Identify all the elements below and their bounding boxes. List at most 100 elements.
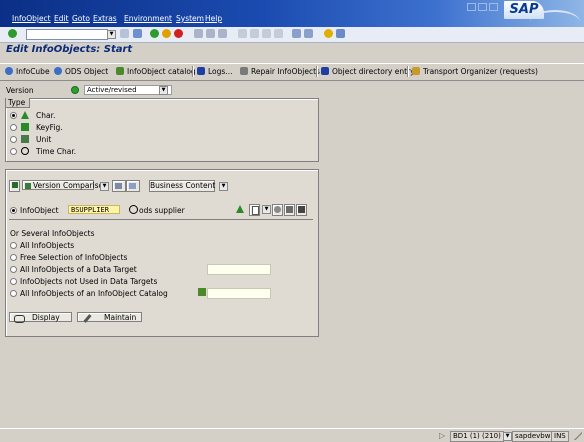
print-button[interactable]	[112, 180, 126, 192]
infocube-icon	[5, 67, 13, 75]
copy-button[interactable]	[284, 204, 295, 216]
type-keyfig-radio[interactable]	[10, 124, 17, 131]
layout-icon[interactable]	[336, 29, 345, 38]
menu-goto[interactable]: Goto	[72, 14, 90, 23]
cancel-icon[interactable]	[174, 29, 183, 38]
create-session-icon[interactable]	[292, 29, 301, 38]
hierarchy-button[interactable]	[9, 180, 20, 192]
data-target-input[interactable]	[207, 264, 271, 275]
exit-icon[interactable]	[162, 29, 171, 38]
change-button[interactable]	[272, 204, 283, 216]
infoobject-radio[interactable]	[10, 207, 17, 214]
status-triangle-icon[interactable]: ▷	[439, 431, 445, 440]
data-target-radio[interactable]	[10, 266, 17, 273]
toolbar-separator	[192, 66, 194, 77]
create-button[interactable]	[249, 204, 260, 216]
type-timechar-label: Time Char.	[36, 147, 77, 156]
toolbar-separator	[316, 66, 318, 77]
logs-icon	[197, 67, 205, 75]
trash-icon	[298, 206, 305, 213]
ods-object-button[interactable]: ODS Object	[53, 66, 108, 77]
menu-bar: InfoObject Edit Goto Extras Environment …	[0, 0, 584, 27]
find-icon[interactable]	[206, 29, 215, 38]
keyfigure-icon	[21, 123, 29, 131]
several-infoobjects-label: Or Several InfoObjects	[10, 229, 95, 238]
help-icon[interactable]	[324, 29, 333, 38]
menu-system[interactable]: System	[176, 14, 204, 23]
glasses-icon	[14, 315, 25, 323]
save-icon[interactable]	[133, 29, 142, 38]
catalog-icon	[198, 288, 206, 296]
type-char-radio[interactable]	[10, 112, 17, 119]
not-used-radio[interactable]	[10, 278, 17, 285]
minimize-icon[interactable]	[467, 3, 476, 11]
input-mode: INS	[551, 431, 569, 442]
infoobject-input[interactable]: BSUPPLIER	[68, 205, 120, 214]
menu-help[interactable]: Help	[205, 14, 222, 23]
infocube-button[interactable]: InfoCube	[4, 66, 50, 77]
infoobject-catalog-button[interactable]: InfoObject catalog	[115, 66, 196, 77]
business-content-dropdown-icon[interactable]: ▼	[219, 182, 228, 191]
repair-infoobjects-button[interactable]: Repair InfoObjects	[239, 66, 320, 77]
maintain-button[interactable]: Maintain	[77, 312, 142, 323]
back-arrow-icon[interactable]	[120, 29, 129, 38]
data-target-label: All InfoObjects of a Data Target	[20, 265, 137, 274]
print-icon[interactable]	[194, 29, 203, 38]
type-group: Type Char. KeyFig. Unit Time Char.	[5, 98, 319, 162]
logs-button[interactable]: Logs...	[196, 66, 232, 77]
maximize-icon[interactable]	[478, 3, 487, 11]
catalog-input[interactable]	[207, 288, 271, 299]
create-dropdown-icon[interactable]: ▼	[262, 205, 271, 214]
transport-organizer-button[interactable]: Transport Organizer (requests)	[411, 66, 538, 77]
catalog-label: All InfoObjects of an InfoObject Catalog	[20, 289, 168, 298]
menu-environment[interactable]: Environment	[124, 14, 172, 23]
command-dropdown-icon[interactable]: ▼	[107, 30, 116, 39]
resize-grip-icon[interactable]	[573, 431, 582, 440]
object-directory-icon	[321, 67, 329, 75]
previous-page-icon[interactable]	[250, 29, 259, 38]
all-infoobjects-radio[interactable]	[10, 242, 17, 249]
ods-object-icon	[54, 67, 62, 75]
printer-icon	[115, 183, 122, 189]
application-toolbar: InfoCube ODS Object InfoObject catalog L…	[0, 63, 584, 81]
infoobject-selection-group: Version Comparison ▼ Business Content ▼ …	[5, 169, 319, 337]
shortcut-icon[interactable]	[304, 29, 313, 38]
status-bar: ▷ BD1 (1) (210) ▼ sapdevbw INS	[0, 428, 584, 442]
business-content-button[interactable]: Business Content	[149, 180, 215, 192]
enter-icon[interactable]	[8, 29, 17, 38]
menu-infoobject[interactable]: InfoObject	[12, 14, 51, 23]
menu-extras[interactable]: Extras	[93, 14, 117, 23]
type-timechar-radio[interactable]	[10, 148, 17, 155]
command-field[interactable]	[26, 29, 108, 40]
clock-icon	[21, 147, 29, 155]
version-dropdown-icon[interactable]: ▼	[159, 86, 168, 95]
close-icon[interactable]	[489, 3, 498, 11]
menu-edit[interactable]: Edit	[54, 14, 69, 23]
display-button[interactable]: Display	[9, 312, 72, 323]
back-icon[interactable]	[150, 29, 159, 38]
version-comparison-dropdown-icon[interactable]: ▼	[100, 182, 109, 191]
catalog-radio[interactable]	[10, 290, 17, 297]
find-next-icon[interactable]	[218, 29, 227, 38]
transport-organizer-label: Transport Organizer (requests)	[423, 67, 538, 76]
first-page-icon[interactable]	[238, 29, 247, 38]
type-unit-radio[interactable]	[10, 136, 17, 143]
maintain-label: Maintain	[104, 313, 137, 322]
divider	[9, 219, 313, 220]
next-page-icon[interactable]	[262, 29, 271, 38]
infoobject-label: InfoObject	[20, 206, 59, 215]
version-comparison-button[interactable]: Version Comparison	[22, 180, 108, 190]
layout-button[interactable]	[126, 180, 140, 192]
object-directory-entry-button[interactable]: Object directory entry	[320, 66, 415, 77]
type-group-title: Type	[6, 98, 31, 108]
free-selection-radio[interactable]	[10, 254, 17, 261]
catalog-icon	[116, 67, 124, 75]
system-info-dropdown-icon[interactable]: ▼	[503, 432, 512, 441]
infoobject-catalog-label: InfoObject catalog	[127, 67, 196, 76]
search-help-icon[interactable]	[129, 205, 138, 214]
type-keyfig-label: KeyFig.	[36, 123, 63, 132]
infocube-label: InfoCube	[16, 67, 50, 76]
last-page-icon[interactable]	[274, 29, 283, 38]
status-green-light-icon	[71, 86, 79, 94]
delete-button[interactable]	[296, 204, 307, 216]
